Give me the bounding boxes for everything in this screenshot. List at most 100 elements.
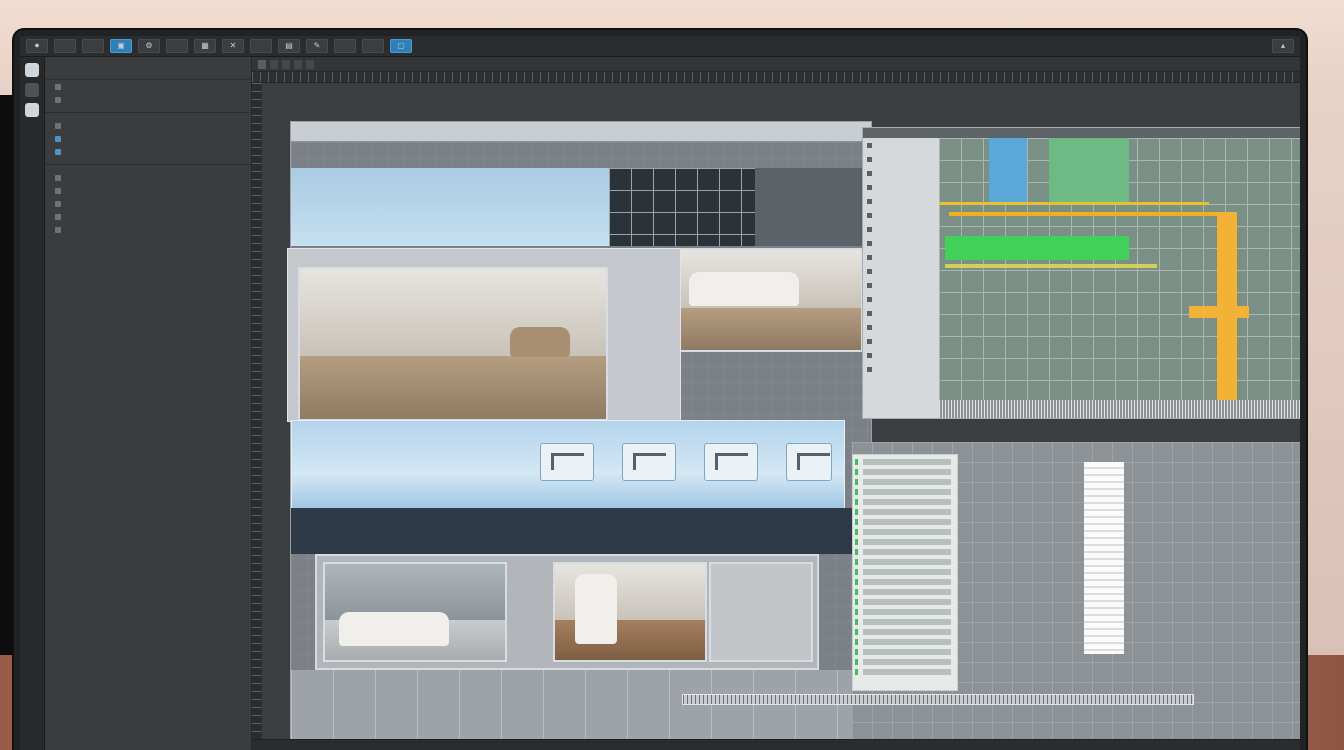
property-row[interactable] [863,306,939,320]
selection-tool-icon[interactable] [25,63,39,77]
interior-photo[interactable] [298,267,608,421]
green-track-block[interactable] [945,236,1129,260]
tool-rail [20,57,45,750]
toolbar-button-1[interactable] [54,39,76,53]
gallery-thumb[interactable] [704,443,758,481]
layer-row[interactable] [855,579,951,585]
property-row[interactable] [863,194,939,208]
layer-row[interactable] [855,619,951,625]
secondary-grid-view[interactable] [682,442,1300,750]
settings-icon[interactable]: ⚙ [138,39,160,53]
layer-row[interactable] [855,459,951,465]
gallery-thumb[interactable] [622,443,676,481]
layer-row[interactable] [855,509,951,515]
toolbar-button-2[interactable] [82,39,104,53]
grid-icon[interactable]: ▦ [194,39,216,53]
property-row[interactable] [863,348,939,362]
tree-item[interactable] [45,132,251,145]
tools-icon[interactable]: ✎ [306,39,328,53]
layer-row[interactable] [855,479,951,485]
property-row[interactable] [863,222,939,236]
track-bar-olive[interactable] [945,264,1157,268]
document-tab[interactable] [270,59,278,69]
layer-row[interactable] [855,519,951,525]
layout-icon[interactable]: ▤ [278,39,300,53]
tree-item[interactable] [45,197,251,210]
document-tab[interactable] [282,59,290,69]
layer-row[interactable] [855,629,951,635]
tree-item[interactable] [45,145,251,158]
property-row[interactable] [863,138,939,152]
menu-icon[interactable]: ⏺ [26,39,48,53]
tree-item[interactable] [45,171,251,184]
layer-row[interactable] [855,489,951,495]
window-menu-icon[interactable]: ▴ [1272,39,1294,53]
layer-row[interactable] [855,499,951,505]
horizontal-scrollbar[interactable] [682,694,1194,705]
mode-toggle-button[interactable]: ▢ [390,39,412,53]
property-row[interactable] [863,236,939,250]
document-tab[interactable] [258,59,266,69]
layer-row[interactable] [855,589,951,595]
property-row[interactable] [863,334,939,348]
property-row[interactable] [863,208,939,222]
tree-item[interactable] [45,184,251,197]
gallery-thumb[interactable] [540,443,594,481]
close-icon[interactable]: ✕ [222,39,244,53]
empty-photo-slot[interactable] [709,562,813,662]
toolbar-button-3[interactable] [166,39,188,53]
property-row[interactable] [863,320,939,334]
tree-item[interactable] [45,119,251,132]
layers-tool-icon[interactable] [25,83,39,97]
layer-row[interactable] [855,549,951,555]
property-row[interactable] [863,278,939,292]
layer-row[interactable] [855,669,951,675]
navigator-panel [45,57,252,750]
property-row[interactable] [863,264,939,278]
layer-row[interactable] [855,559,951,565]
layer-row[interactable] [855,599,951,605]
layer-row[interactable] [855,469,951,475]
layer-row[interactable] [855,639,951,645]
tree-item[interactable] [45,210,251,223]
gray-tiles-image [755,168,871,246]
document-tab[interactable] [306,59,314,69]
layer-row[interactable] [855,539,951,545]
layer-row[interactable] [855,609,951,615]
layer-row[interactable] [855,569,951,575]
timeline-scrollbar[interactable] [939,400,1300,418]
property-row[interactable] [863,152,939,166]
layer-row[interactable] [855,659,951,665]
toolbar-button-5[interactable] [334,39,356,53]
layout-canvas[interactable] [287,121,872,745]
tree-item[interactable] [45,93,251,106]
marker-handle[interactable] [1189,306,1249,318]
document-tab[interactable] [294,59,302,69]
bedroom-photo-strip[interactable] [315,554,819,670]
page-tool-icon[interactable] [25,103,39,117]
layer-row[interactable] [855,649,951,655]
track-bar-yellow[interactable] [939,202,1209,205]
property-row[interactable] [863,166,939,180]
blue-block[interactable] [989,138,1027,202]
green-block[interactable] [1049,138,1129,202]
view-toggle-button[interactable]: ▣ [110,39,132,53]
image-lightbox[interactable] [287,248,681,422]
gallery-thumb[interactable] [786,443,832,481]
track-bar-yellow[interactable] [949,212,1229,216]
property-row[interactable] [863,250,939,264]
toolbar-button-4[interactable] [250,39,272,53]
property-row[interactable] [863,292,939,306]
folder-icon [55,83,61,90]
layer-row[interactable] [855,529,951,535]
living-room-photo[interactable] [677,248,863,352]
bedroom-photo[interactable] [323,562,507,662]
wardrobe-photo[interactable] [553,562,707,662]
tree-item[interactable] [45,80,251,93]
property-icon [867,156,872,162]
property-row[interactable] [863,180,939,194]
tree-item[interactable] [45,223,251,236]
timeline-grid[interactable] [939,138,1300,406]
toolbar-button-6[interactable] [362,39,384,53]
property-row[interactable] [863,362,939,376]
